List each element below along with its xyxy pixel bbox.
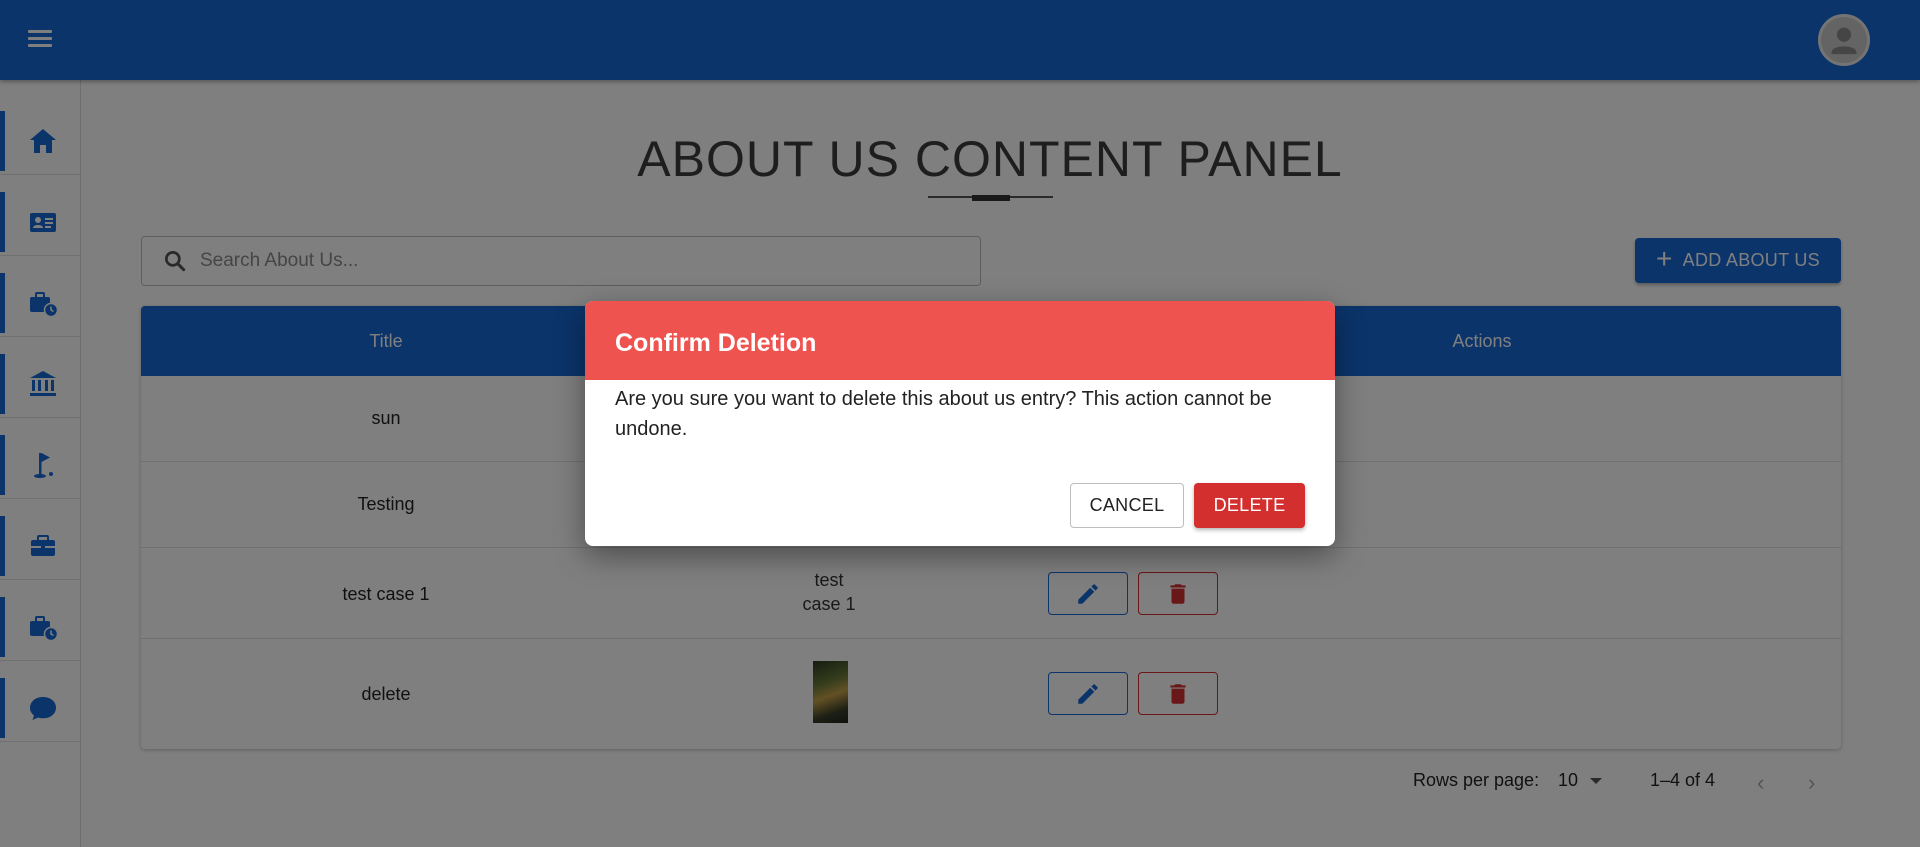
dialog-title: Confirm Deletion [585, 301, 1335, 380]
confirm-delete-button[interactable]: DELETE [1194, 483, 1305, 528]
dialog-message: Are you sure you want to delete this abo… [615, 388, 1272, 440]
cancel-button[interactable]: CANCEL [1070, 483, 1184, 528]
confirm-deletion-dialog: Confirm Deletion Are you sure you want t… [585, 301, 1335, 546]
